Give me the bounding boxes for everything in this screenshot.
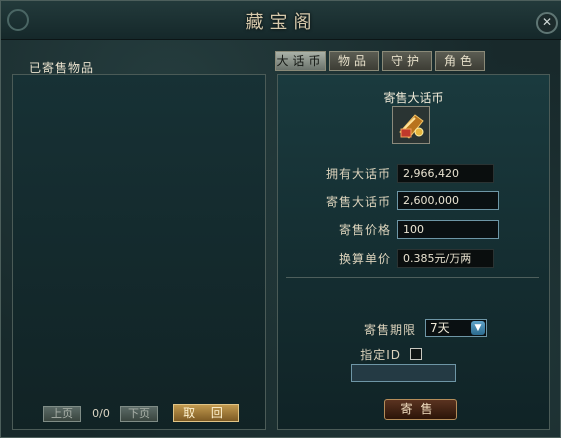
retrieve-button[interactable]: 取 回 [173, 404, 239, 422]
owned-currency-label: 拥有大话币 [325, 167, 391, 181]
assign-id-input[interactable] [351, 364, 456, 382]
unit-price-value: 0.385元/万两 [397, 249, 494, 268]
treasure-window: 藏宝阁 ✕ 已寄售物品 上页 0/0 下页 取 回 大话币 物品 守护 角色 寄… [0, 0, 561, 438]
page-count: 0/0 [92, 407, 110, 420]
chevron-down-icon[interactable]: ▼ [471, 321, 485, 335]
sell-amount-input[interactable]: 2,600,000 [397, 191, 499, 210]
window-title: 藏宝阁 [245, 12, 318, 33]
sell-price-input[interactable]: 100 [397, 220, 499, 239]
coin-scroll-icon [392, 106, 430, 144]
sell-button[interactable]: 寄售 [384, 399, 457, 420]
sell-period-value: 7天 [430, 321, 450, 335]
unit-price-label: 换算单价 [338, 252, 391, 266]
assign-id-label: 指定ID [360, 348, 401, 362]
sell-amount-label: 寄售大话币 [325, 195, 391, 209]
prev-page-button[interactable]: 上页 [43, 406, 81, 422]
sell-price-label: 寄售价格 [338, 223, 391, 237]
owned-currency-value: 2,966,420 [397, 164, 494, 183]
tab-character[interactable]: 角色 [435, 51, 485, 71]
title-bar[interactable]: 藏宝阁 ✕ [1, 1, 561, 40]
tab-guardian[interactable]: 守护 [382, 51, 432, 71]
sell-currency-heading: 寄售大话币 [383, 91, 444, 105]
tab-items[interactable]: 物品 [329, 51, 379, 71]
sell-period-label: 寄售期限 [363, 323, 416, 337]
close-icon[interactable]: ✕ [536, 12, 558, 34]
sell-period-select[interactable]: 7天 ▼ [425, 319, 487, 337]
form-divider [286, 277, 539, 278]
tab-currency[interactable]: 大话币 [275, 51, 326, 71]
next-page-button[interactable]: 下页 [120, 406, 158, 422]
assign-id-checkbox[interactable] [410, 348, 422, 360]
consigned-items-list[interactable] [12, 74, 266, 430]
